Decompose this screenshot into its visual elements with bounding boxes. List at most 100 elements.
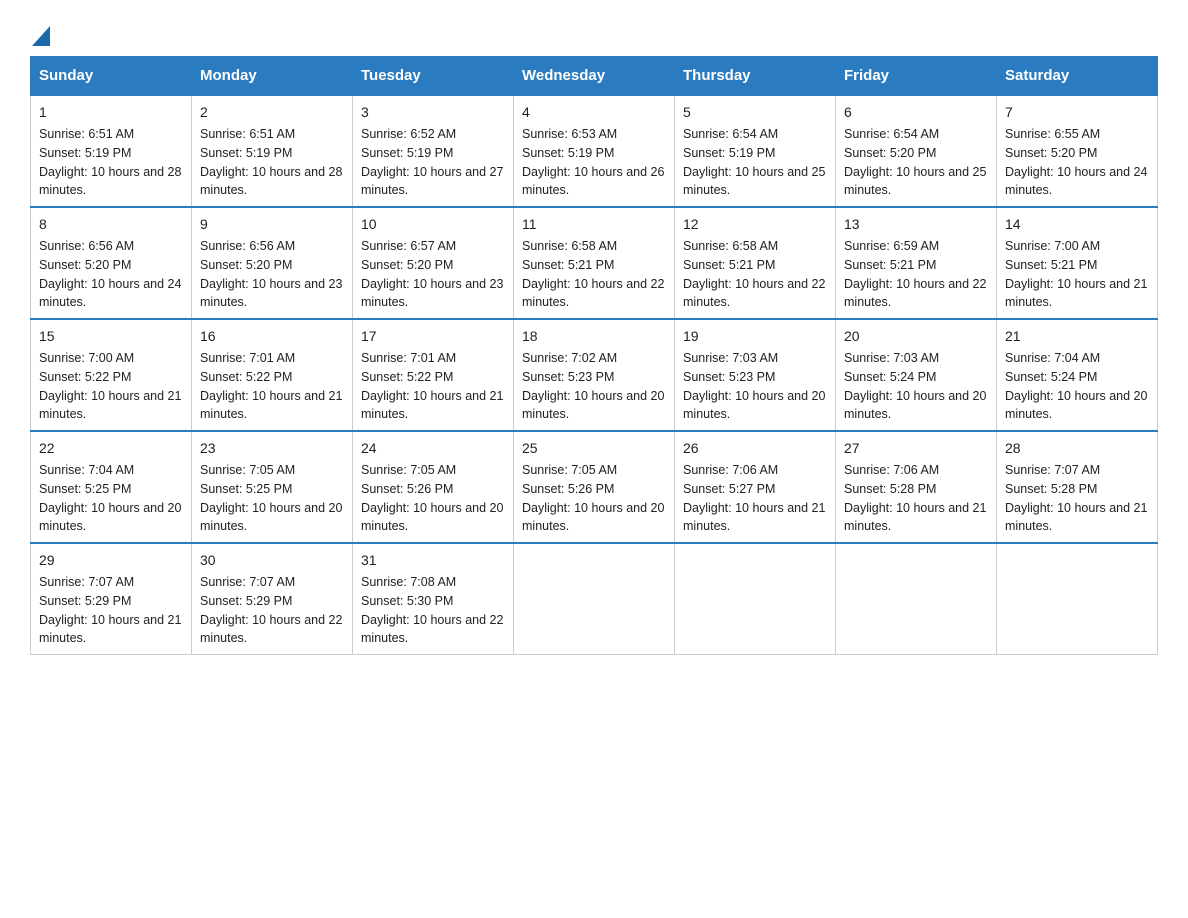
sunrise-info: Sunrise: 7:08 AM	[361, 573, 505, 592]
calendar-cell: 30 Sunrise: 7:07 AM Sunset: 5:29 PM Dayl…	[192, 543, 353, 655]
calendar-cell: 29 Sunrise: 7:07 AM Sunset: 5:29 PM Dayl…	[31, 543, 192, 655]
daylight-info: Daylight: 10 hours and 20 minutes.	[200, 499, 344, 537]
daylight-info: Daylight: 10 hours and 20 minutes.	[522, 387, 666, 425]
sunset-info: Sunset: 5:19 PM	[200, 144, 344, 163]
calendar-cell	[675, 543, 836, 655]
col-sunday: Sunday	[31, 57, 192, 96]
sunset-info: Sunset: 5:23 PM	[522, 368, 666, 387]
sunset-info: Sunset: 5:28 PM	[844, 480, 988, 499]
day-number: 22	[39, 438, 183, 459]
day-number: 9	[200, 214, 344, 235]
sunrise-info: Sunrise: 7:07 AM	[200, 573, 344, 592]
sunset-info: Sunset: 5:20 PM	[200, 256, 344, 275]
sunset-info: Sunset: 5:19 PM	[522, 144, 666, 163]
sunrise-info: Sunrise: 7:07 AM	[39, 573, 183, 592]
daylight-info: Daylight: 10 hours and 22 minutes.	[200, 611, 344, 649]
calendar-cell: 19 Sunrise: 7:03 AM Sunset: 5:23 PM Dayl…	[675, 319, 836, 431]
sunset-info: Sunset: 5:20 PM	[39, 256, 183, 275]
daylight-info: Daylight: 10 hours and 21 minutes.	[844, 499, 988, 537]
daylight-info: Daylight: 10 hours and 25 minutes.	[683, 163, 827, 201]
day-number: 6	[844, 102, 988, 123]
daylight-info: Daylight: 10 hours and 22 minutes.	[361, 611, 505, 649]
daylight-info: Daylight: 10 hours and 25 minutes.	[844, 163, 988, 201]
sunset-info: Sunset: 5:21 PM	[683, 256, 827, 275]
day-number: 25	[522, 438, 666, 459]
daylight-info: Daylight: 10 hours and 24 minutes.	[39, 275, 183, 313]
sunrise-info: Sunrise: 6:57 AM	[361, 237, 505, 256]
sunset-info: Sunset: 5:19 PM	[683, 144, 827, 163]
daylight-info: Daylight: 10 hours and 20 minutes.	[1005, 387, 1149, 425]
calendar-cell: 7 Sunrise: 6:55 AM Sunset: 5:20 PM Dayli…	[997, 95, 1158, 207]
sunrise-info: Sunrise: 6:53 AM	[522, 125, 666, 144]
daylight-info: Daylight: 10 hours and 21 minutes.	[683, 499, 827, 537]
col-saturday: Saturday	[997, 57, 1158, 96]
day-number: 21	[1005, 326, 1149, 347]
sunrise-info: Sunrise: 6:51 AM	[200, 125, 344, 144]
calendar-cell: 13 Sunrise: 6:59 AM Sunset: 5:21 PM Dayl…	[836, 207, 997, 319]
sunrise-info: Sunrise: 6:55 AM	[1005, 125, 1149, 144]
calendar-cell: 31 Sunrise: 7:08 AM Sunset: 5:30 PM Dayl…	[353, 543, 514, 655]
week-row-3: 15 Sunrise: 7:00 AM Sunset: 5:22 PM Dayl…	[31, 319, 1158, 431]
day-number: 12	[683, 214, 827, 235]
sunrise-info: Sunrise: 6:54 AM	[844, 125, 988, 144]
sunrise-info: Sunrise: 6:56 AM	[39, 237, 183, 256]
sunrise-info: Sunrise: 7:07 AM	[1005, 461, 1149, 480]
sunrise-info: Sunrise: 6:59 AM	[844, 237, 988, 256]
sunrise-info: Sunrise: 7:00 AM	[39, 349, 183, 368]
calendar-cell: 14 Sunrise: 7:00 AM Sunset: 5:21 PM Dayl…	[997, 207, 1158, 319]
calendar-cell: 3 Sunrise: 6:52 AM Sunset: 5:19 PM Dayli…	[353, 95, 514, 207]
week-row-4: 22 Sunrise: 7:04 AM Sunset: 5:25 PM Dayl…	[31, 431, 1158, 543]
daylight-info: Daylight: 10 hours and 22 minutes.	[683, 275, 827, 313]
sunset-info: Sunset: 5:26 PM	[361, 480, 505, 499]
sunset-info: Sunset: 5:19 PM	[39, 144, 183, 163]
week-row-2: 8 Sunrise: 6:56 AM Sunset: 5:20 PM Dayli…	[31, 207, 1158, 319]
sunrise-info: Sunrise: 7:06 AM	[844, 461, 988, 480]
sunset-info: Sunset: 5:24 PM	[844, 368, 988, 387]
calendar-cell: 4 Sunrise: 6:53 AM Sunset: 5:19 PM Dayli…	[514, 95, 675, 207]
sunrise-info: Sunrise: 7:06 AM	[683, 461, 827, 480]
day-number: 3	[361, 102, 505, 123]
calendar-header-row: Sunday Monday Tuesday Wednesday Thursday…	[31, 57, 1158, 96]
sunrise-info: Sunrise: 6:51 AM	[39, 125, 183, 144]
logo-triangle-icon	[32, 26, 50, 46]
sunrise-info: Sunrise: 6:56 AM	[200, 237, 344, 256]
day-number: 29	[39, 550, 183, 571]
logo	[30, 20, 52, 46]
sunset-info: Sunset: 5:23 PM	[683, 368, 827, 387]
daylight-info: Daylight: 10 hours and 23 minutes.	[200, 275, 344, 313]
day-number: 1	[39, 102, 183, 123]
sunset-info: Sunset: 5:25 PM	[39, 480, 183, 499]
col-thursday: Thursday	[675, 57, 836, 96]
sunset-info: Sunset: 5:24 PM	[1005, 368, 1149, 387]
sunset-info: Sunset: 5:27 PM	[683, 480, 827, 499]
calendar-cell: 9 Sunrise: 6:56 AM Sunset: 5:20 PM Dayli…	[192, 207, 353, 319]
sunrise-info: Sunrise: 7:01 AM	[200, 349, 344, 368]
sunset-info: Sunset: 5:21 PM	[844, 256, 988, 275]
sunrise-info: Sunrise: 7:05 AM	[522, 461, 666, 480]
day-number: 19	[683, 326, 827, 347]
week-row-1: 1 Sunrise: 6:51 AM Sunset: 5:19 PM Dayli…	[31, 95, 1158, 207]
daylight-info: Daylight: 10 hours and 21 minutes.	[200, 387, 344, 425]
daylight-info: Daylight: 10 hours and 28 minutes.	[39, 163, 183, 201]
day-number: 24	[361, 438, 505, 459]
day-number: 11	[522, 214, 666, 235]
calendar-cell	[514, 543, 675, 655]
day-number: 30	[200, 550, 344, 571]
calendar-cell	[836, 543, 997, 655]
calendar-cell: 18 Sunrise: 7:02 AM Sunset: 5:23 PM Dayl…	[514, 319, 675, 431]
calendar-cell: 28 Sunrise: 7:07 AM Sunset: 5:28 PM Dayl…	[997, 431, 1158, 543]
calendar-cell: 5 Sunrise: 6:54 AM Sunset: 5:19 PM Dayli…	[675, 95, 836, 207]
sunrise-info: Sunrise: 7:01 AM	[361, 349, 505, 368]
daylight-info: Daylight: 10 hours and 26 minutes.	[522, 163, 666, 201]
logo-text	[30, 20, 52, 46]
sunset-info: Sunset: 5:22 PM	[39, 368, 183, 387]
page-header	[30, 20, 1158, 46]
calendar-cell: 25 Sunrise: 7:05 AM Sunset: 5:26 PM Dayl…	[514, 431, 675, 543]
daylight-info: Daylight: 10 hours and 20 minutes.	[39, 499, 183, 537]
day-number: 2	[200, 102, 344, 123]
calendar-cell: 17 Sunrise: 7:01 AM Sunset: 5:22 PM Dayl…	[353, 319, 514, 431]
sunset-info: Sunset: 5:29 PM	[200, 592, 344, 611]
calendar-cell: 11 Sunrise: 6:58 AM Sunset: 5:21 PM Dayl…	[514, 207, 675, 319]
day-number: 15	[39, 326, 183, 347]
sunrise-info: Sunrise: 6:58 AM	[683, 237, 827, 256]
